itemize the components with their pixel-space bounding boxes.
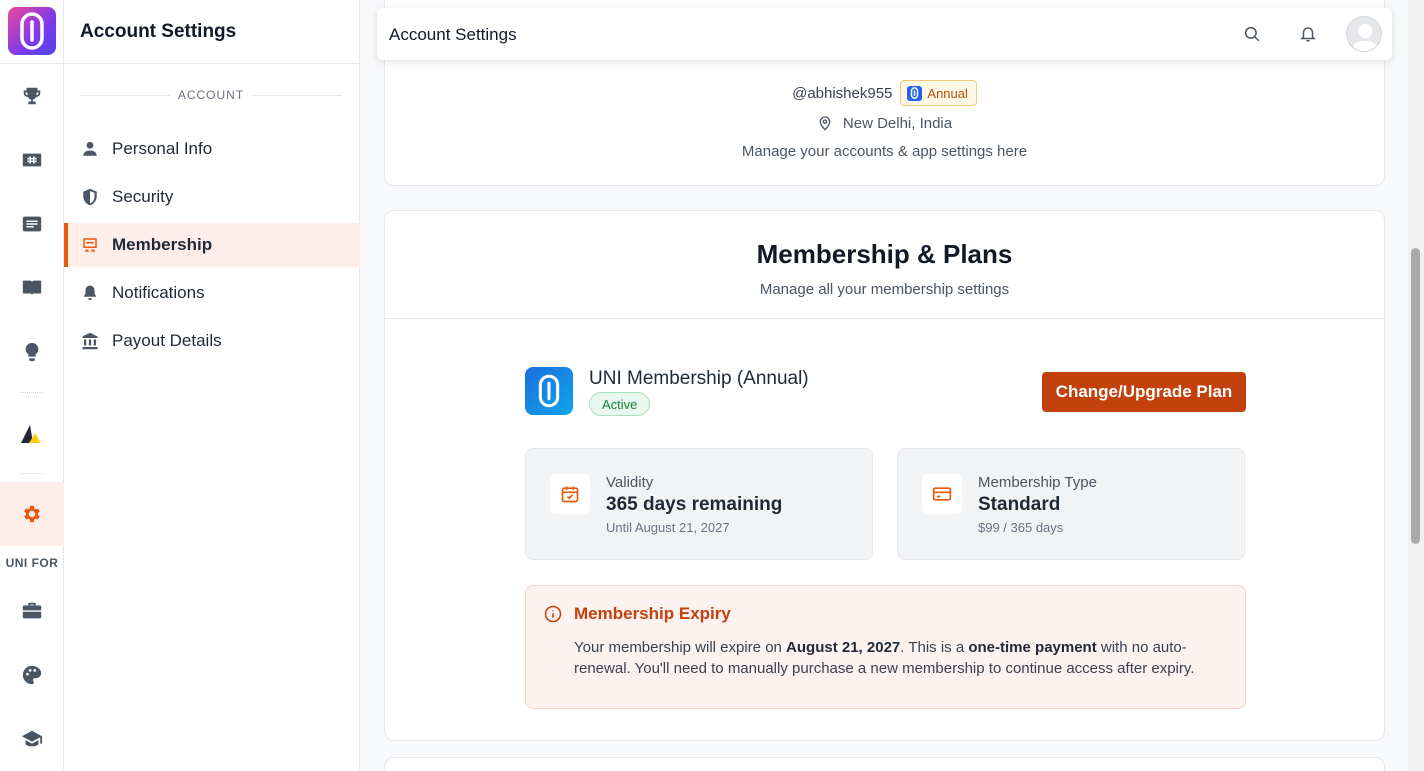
settings-sidebar: Account Settings ACCOUNT Personal Info S… bbox=[64, 0, 360, 771]
triangle-logo-icon bbox=[21, 425, 41, 443]
link-logo-icon bbox=[907, 85, 923, 101]
membership-subtitle: Manage all your membership settings bbox=[759, 281, 1010, 298]
bell-icon bbox=[1300, 27, 1316, 42]
rail-item-jobs[interactable] bbox=[0, 579, 64, 643]
profile-tagline: Manage your accounts & app settings here bbox=[741, 143, 1028, 160]
graduation-cap-icon bbox=[21, 730, 43, 747]
status-badge: Active bbox=[589, 392, 651, 416]
uni-for-label: UNI FOR bbox=[5, 556, 59, 570]
sidebar-section-account: ACCOUNT bbox=[80, 88, 342, 102]
shield-icon bbox=[80, 187, 100, 207]
sidebar-item-payout-details[interactable]: Payout Details bbox=[64, 319, 360, 363]
avatar[interactable] bbox=[1346, 16, 1382, 52]
validity-until: Until August 21, 2027 bbox=[606, 520, 730, 535]
sidebar-item-label: Security bbox=[112, 187, 174, 206]
sidebar-item-security[interactable]: Security bbox=[64, 175, 360, 219]
rail-item-students[interactable] bbox=[0, 707, 64, 771]
membership-card: Membership & Plans Manage all your membe… bbox=[384, 210, 1385, 741]
person-icon bbox=[80, 139, 100, 159]
palette-icon bbox=[22, 665, 42, 685]
app-logo[interactable] bbox=[8, 7, 56, 55]
validity-value: 365 days remaining bbox=[606, 494, 783, 515]
membership-type-label: Membership Type bbox=[978, 474, 1097, 491]
rail-item-settings[interactable] bbox=[0, 482, 64, 546]
membership-type-value: Standard bbox=[978, 494, 1061, 515]
rail-item-news[interactable] bbox=[0, 192, 64, 256]
change-upgrade-plan-button[interactable]: Change/Upgrade Plan bbox=[1042, 372, 1246, 412]
profile-location-text: New Delhi, India bbox=[842, 114, 953, 132]
profile-handle-row: @abhishek955 Annual bbox=[385, 80, 1384, 106]
sidebar-title: Account Settings bbox=[80, 21, 237, 42]
trophy-icon bbox=[23, 87, 41, 105]
profile-location: New Delhi, India bbox=[385, 114, 1384, 132]
header-title: Account Settings bbox=[389, 25, 517, 44]
plan-logo bbox=[525, 367, 573, 415]
rail-item-ideas[interactable] bbox=[0, 320, 64, 384]
expiry-title: Membership Expiry bbox=[574, 604, 731, 623]
annual-badge: Annual bbox=[900, 80, 977, 106]
expiry-message: Your membership will expire on August 21… bbox=[574, 639, 1195, 677]
link-logo-icon bbox=[538, 374, 560, 408]
sidebar-item-label: Membership bbox=[112, 235, 213, 254]
validity-label: Validity bbox=[606, 474, 654, 491]
location-pin-icon bbox=[819, 116, 831, 131]
info-icon bbox=[544, 605, 562, 623]
rail-item-partner[interactable] bbox=[0, 402, 64, 466]
membership-title: Membership & Plans bbox=[756, 239, 1013, 269]
membership-type-box: Membership Type Standard $99 / 365 days bbox=[897, 448, 1245, 560]
search-icon bbox=[1244, 26, 1260, 42]
icon-rail: UNI FOR bbox=[0, 0, 64, 771]
search-button[interactable] bbox=[1240, 22, 1264, 46]
sidebar-item-notifications[interactable]: Notifications bbox=[64, 271, 360, 315]
bulb-icon bbox=[25, 342, 39, 362]
rail-item-trophy[interactable] bbox=[0, 64, 64, 128]
sidebar-item-label: Payout Details bbox=[112, 331, 222, 350]
user-avatar-icon bbox=[1351, 24, 1379, 51]
rail-item-creators[interactable] bbox=[0, 643, 64, 707]
notifications-button[interactable] bbox=[1296, 22, 1320, 46]
sidebar-item-label: Notifications bbox=[112, 283, 205, 302]
membership-icon bbox=[80, 235, 100, 255]
validity-box: Validity 365 days remaining Until August… bbox=[525, 448, 873, 560]
bank-icon bbox=[80, 331, 100, 351]
plan-name: UNI Membership (Annual) bbox=[589, 368, 809, 389]
rail-item-hashtag[interactable] bbox=[0, 128, 64, 192]
sidebar-item-label: Personal Info bbox=[112, 139, 213, 158]
briefcase-icon bbox=[22, 602, 42, 619]
calendar-check-icon bbox=[550, 474, 590, 514]
top-header: Account Settings bbox=[377, 8, 1392, 60]
card-icon bbox=[922, 474, 962, 514]
sidebar-item-personal-info[interactable]: Personal Info bbox=[64, 127, 360, 171]
membership-price: $99 / 365 days bbox=[978, 520, 1064, 535]
scrollbar-thumb[interactable] bbox=[1411, 248, 1420, 544]
book-icon bbox=[22, 280, 42, 296]
rail-item-library[interactable] bbox=[0, 256, 64, 320]
bell-icon bbox=[80, 283, 100, 303]
gear-icon bbox=[24, 505, 40, 523]
link-logo-icon bbox=[20, 12, 44, 50]
membership-expiry-alert: Membership Expiry Your membership will e… bbox=[525, 585, 1246, 709]
next-card bbox=[384, 757, 1385, 771]
news-icon bbox=[22, 216, 42, 232]
hash-card-icon bbox=[22, 153, 42, 167]
sidebar-item-membership[interactable]: Membership bbox=[64, 223, 360, 267]
profile-handle: @abhishek955 bbox=[792, 84, 893, 102]
